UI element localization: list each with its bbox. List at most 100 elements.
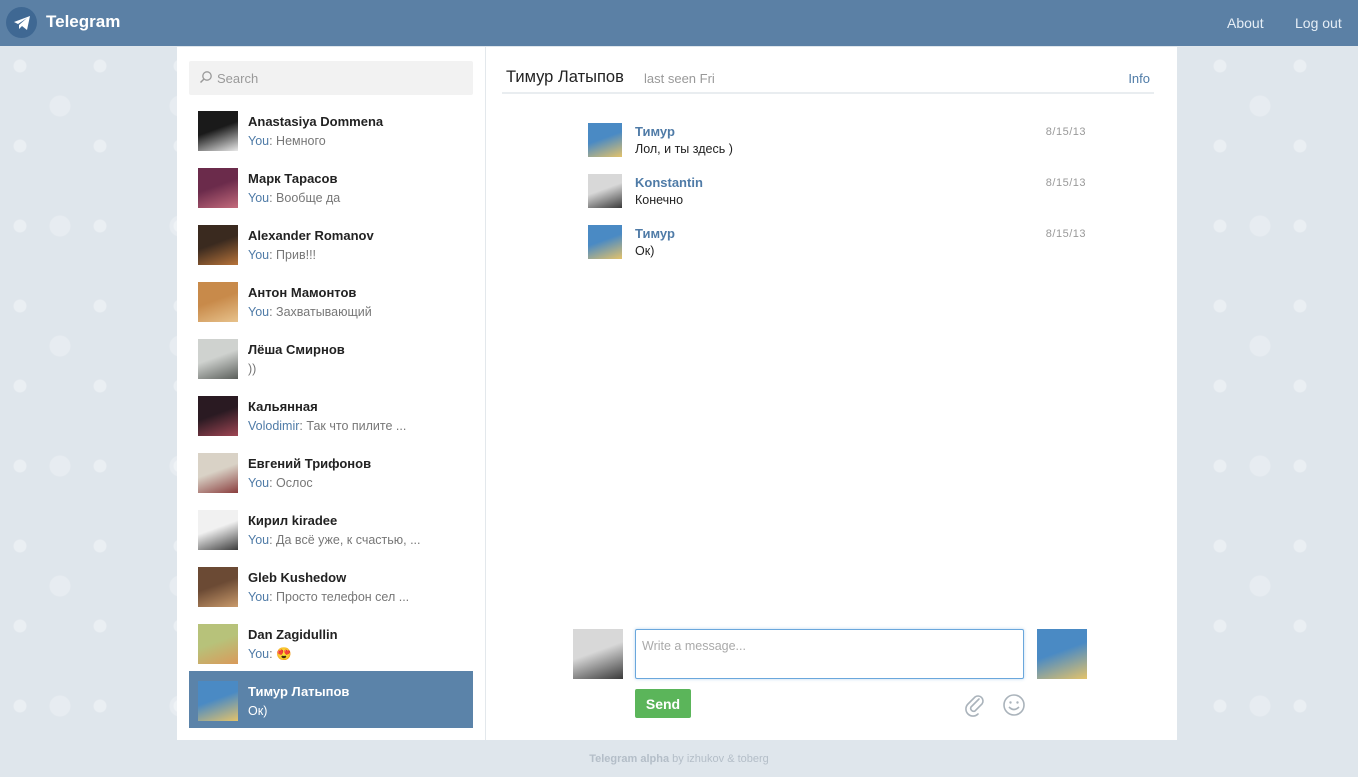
message: Тимур Лол, и ты здесь ) 8/15/13 (588, 121, 1088, 172)
telegram-logo-icon[interactable] (6, 7, 37, 38)
dialog-preview: )) (248, 362, 463, 376)
dialog-preview-text: Ок) (248, 704, 268, 718)
chat-header: Тимур Латыпов last seen Fri Info (502, 61, 1154, 94)
avatar (198, 624, 238, 664)
message-author[interactable]: Konstantin (635, 175, 703, 190)
dialog-name: Лёша Смирнов (248, 342, 345, 357)
avatar[interactable] (588, 174, 622, 208)
dialog-preview-text: Просто телефон сел ... (276, 590, 410, 604)
message-input[interactable] (636, 630, 1023, 678)
dialog-name: Тимур Латыпов (248, 684, 350, 699)
avatar[interactable] (588, 123, 622, 157)
avatar (198, 111, 238, 151)
message: Тимур Ок) 8/15/13 (588, 223, 1088, 274)
footer: Telegram alpha by izhukov & toberg (0, 753, 1358, 765)
dialog-item[interactable]: Тимур Латыпов Ок) (189, 671, 473, 728)
dialog-preview-sender: You (248, 305, 270, 319)
dialog-item[interactable]: Кирил kiradee You: Да всё уже, к счастью,… (189, 500, 473, 557)
message-text: Лол, и ты здесь ) (635, 142, 733, 156)
footer-brand[interactable]: Telegram alpha (589, 753, 669, 765)
dialog-preview-sender: Volodimir (248, 419, 300, 433)
dialog-preview: You: Да всё уже, к счастью, ... (248, 533, 421, 547)
message: Konstantin Конечно 8/15/13 (588, 172, 1088, 223)
dialog-preview-text: Прив!!! (276, 248, 317, 262)
avatar (198, 510, 238, 550)
dialog-item[interactable]: Anastasiya Dommena You: Немного (189, 101, 473, 158)
message-author[interactable]: Тимур (635, 124, 675, 139)
dialog-preview-text: Вообще да (276, 191, 341, 205)
avatar (198, 282, 238, 322)
dialog-item[interactable]: Кальянная Volodimir: Так что пилите ... (189, 386, 473, 443)
dialog-preview: You: Вообще да (248, 191, 341, 205)
dialog-item[interactable]: Марк Тарасов You: Вообще да (189, 158, 473, 215)
main-panel: Anastasiya Dommena You: Немного Марк Тарас… (177, 47, 1177, 740)
dialog-preview-text: )) (248, 362, 257, 376)
logout-link[interactable]: Log out (1295, 15, 1342, 31)
message-composer[interactable] (635, 629, 1024, 679)
dialog-preview-text: 😍 (276, 647, 292, 661)
avatar (198, 168, 238, 208)
avatar (198, 681, 238, 721)
footer-credit: by izhukov & toberg (669, 753, 769, 765)
dialog-list: Anastasiya Dommena You: Немного Марк Тарас… (189, 101, 473, 728)
dialogs-sidebar: Anastasiya Dommena You: Немного Марк Тарас… (177, 47, 486, 740)
message-text: Конечно (635, 193, 684, 207)
dialog-name: Alexander Romanov (248, 228, 374, 243)
dialog-preview: You: Ослос (248, 476, 313, 490)
dialog-preview-sender: You (248, 590, 270, 604)
dialog-preview-text: Так что пилите ... (306, 419, 407, 433)
avatar (198, 225, 238, 265)
dialog-preview-text: Ослос (276, 476, 313, 490)
message-list: Тимур Лол, и ты здесь ) 8/15/13 Konstantin К… (588, 121, 1088, 274)
dialog-item[interactable]: Gleb Kushedow You: Просто телефон сел ... (189, 557, 473, 614)
dialog-name: Евгений Трифонов (248, 456, 372, 471)
message-author[interactable]: Тимур (635, 226, 675, 241)
dialog-preview: Ок) (248, 704, 463, 718)
dialog-item[interactable]: Alexander Romanov You: Прив!!! (189, 215, 473, 272)
avatar (198, 567, 238, 607)
avatar (198, 339, 238, 379)
avatar[interactable] (588, 225, 622, 259)
avatar (198, 453, 238, 493)
dialog-item[interactable]: Лёша Смирнов)) (189, 329, 473, 386)
dialog-name: Марк Тарасов (248, 171, 338, 186)
send-button[interactable]: Send (635, 689, 691, 718)
dialog-item[interactable]: Евгений Трифонов You: Ослос (189, 443, 473, 500)
dialog-preview: You: Прив!!! (248, 248, 317, 262)
message-date: 8/15/13 (1045, 177, 1086, 189)
attach-icon[interactable] (963, 693, 987, 717)
dialog-preview: You: Захватывающий (248, 305, 372, 319)
dialog-preview-sender: You (248, 134, 270, 148)
dialog-item[interactable]: Dan Zagidullin You: 😍 (189, 614, 473, 671)
peer-name[interactable]: Тимур Латыпов (506, 68, 624, 87)
dialog-name: Кальянная (248, 399, 318, 414)
my-avatar[interactable] (573, 629, 623, 679)
message-text: Ок) (635, 244, 655, 258)
message-date: 8/15/13 (1045, 228, 1086, 240)
dialog-preview-sender: You (248, 647, 270, 661)
dialog-preview: You: 😍 (248, 647, 292, 661)
avatar (198, 396, 238, 436)
top-bar: Telegram About Log out (0, 0, 1358, 46)
info-link[interactable]: Info (1128, 71, 1150, 86)
search-input[interactable] (217, 61, 467, 95)
dialog-name: Gleb Kushedow (248, 570, 347, 585)
brand-name[interactable]: Telegram (46, 12, 120, 32)
dialog-preview-sender: You (248, 248, 270, 262)
dialog-name: Кирил kiradee (248, 513, 338, 528)
dialog-name: Anastasiya Dommena (248, 114, 384, 129)
peer-avatar[interactable] (1037, 629, 1087, 679)
dialog-preview-sender: You (248, 533, 270, 547)
dialog-item[interactable]: Антон Мамонтов You: Захватывающий (189, 272, 473, 329)
dialog-preview-text: Немного (276, 134, 326, 148)
dialog-preview: You: Просто телефон сел ... (248, 590, 410, 604)
dialog-name: Антон Мамонтов (248, 285, 357, 300)
dialog-preview-text: Да всё уже, к счастью, ... (276, 533, 421, 547)
dialog-preview: You: Немного (248, 134, 326, 148)
dialog-name: Dan Zagidullin (248, 627, 338, 642)
message-date: 8/15/13 (1045, 126, 1086, 138)
dialog-preview: Volodimir: Так что пилите ... (248, 419, 407, 433)
about-link[interactable]: About (1227, 15, 1264, 31)
search-box[interactable] (189, 61, 473, 95)
smile-icon[interactable] (1002, 693, 1026, 717)
